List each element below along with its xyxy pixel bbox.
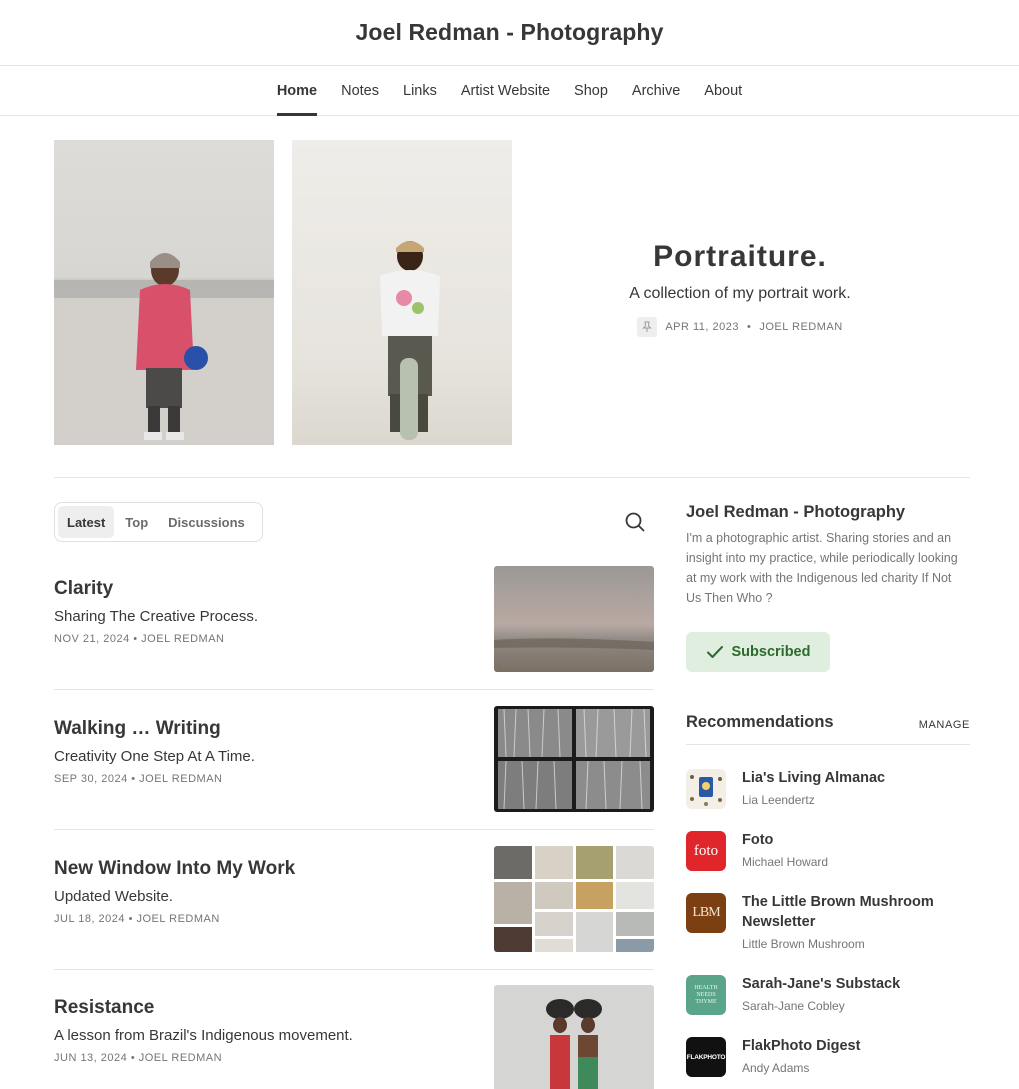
publication-description: I'm a photographic artist. Sharing stori… [686, 531, 958, 605]
recommendation-author: Little Brown Mushroom [742, 937, 865, 951]
thyme-logo-text: HEALTH NEEDS THYME [694, 984, 718, 1005]
hero-author[interactable]: JOEL REDMAN [759, 321, 842, 333]
post-divider [54, 969, 654, 970]
hero-date: APR 11, 2023 [665, 321, 739, 333]
publication-sidebar: Joel Redman - Photography I'm a photogra… [686, 503, 970, 672]
post-meta: SEP 30, 2024 • JOEL REDMAN [54, 773, 223, 785]
recommendation-name[interactable]: FlakPhoto Digest [742, 1036, 970, 1056]
post-divider [54, 689, 654, 690]
pin-icon [637, 317, 658, 337]
foto-logo[interactable]: foto [686, 831, 726, 871]
section-divider [54, 477, 970, 478]
featured-post[interactable]: Portraiture. A collection of my portrait… [54, 140, 970, 445]
post-title[interactable]: Clarity [54, 578, 113, 600]
recommendations-header: Recommendations MANAGE [686, 713, 970, 745]
hero-text: Portraiture. A collection of my portrait… [584, 240, 896, 337]
post-item[interactable]: Clarity Sharing The Creative Process. NO… [54, 566, 654, 706]
post-title[interactable]: New Window Into My Work [54, 858, 295, 880]
post-meta: JUN 13, 2024 • JOEL REDMAN [54, 1052, 223, 1064]
foto-logo-text: foto [693, 842, 719, 859]
hero-subtitle: A collection of my portrait work. [629, 285, 851, 302]
little-brown-mushroom-logo[interactable]: LBM [686, 893, 726, 933]
recommendation-author: Lia Leendertz [742, 793, 815, 807]
post-meta: NOV 21, 2024 • JOEL REDMAN [54, 633, 225, 645]
meta-separator: • [747, 321, 752, 333]
nav-archive[interactable]: Archive [632, 66, 680, 115]
hero-portrait-image-2[interactable] [292, 140, 512, 445]
flakphoto-logo-text: FLAKPHOTO [686, 1053, 726, 1061]
hero-portrait-image-1[interactable] [54, 140, 274, 445]
subscribed-label: Subscribed [731, 644, 811, 660]
post-subtitle: Sharing The Creative Process. [54, 608, 258, 625]
recommendation-author: Michael Howard [742, 855, 829, 869]
tab-top[interactable]: Top [116, 506, 157, 538]
post-thumbnail[interactable] [494, 706, 654, 812]
post-title[interactable]: Walking … Writing [54, 718, 221, 740]
post-meta: JUL 18, 2024 • JOEL REDMAN [54, 913, 220, 925]
site-title[interactable]: Joel Redman - Photography [356, 19, 664, 46]
post-subtitle: Updated Website. [54, 888, 173, 905]
post-item[interactable]: Walking … Writing Creativity One Step At… [54, 706, 654, 846]
manage-link[interactable]: MANAGE [919, 719, 970, 731]
post-title[interactable]: Resistance [54, 997, 154, 1019]
post-thumbnail[interactable] [494, 566, 654, 672]
flakphoto-logo[interactable]: FLAKPHOTO [686, 1037, 726, 1077]
lias-living-almanac-logo[interactable] [686, 769, 726, 809]
hero-meta: APR 11, 2023 • JOEL REDMAN [584, 317, 896, 337]
site-header: Joel Redman - Photography [0, 0, 1019, 66]
post-thumbnail[interactable] [494, 846, 654, 952]
recommendation-name[interactable]: Foto [742, 830, 970, 850]
post-item[interactable]: Resistance A lesson from Brazil's Indige… [54, 985, 654, 1089]
publication-title[interactable]: Joel Redman - Photography [686, 503, 970, 522]
tab-latest[interactable]: Latest [58, 506, 115, 538]
post-divider [54, 829, 654, 830]
nav-home[interactable]: Home [276, 66, 318, 116]
nav-artist-website[interactable]: Artist Website [461, 66, 550, 115]
recommendation-name[interactable]: Lia's Living Almanac [742, 768, 970, 788]
recommendation-author: Sarah-Jane Cobley [742, 999, 845, 1013]
feed-tabs: Latest Top Discussions [54, 502, 263, 542]
check-icon [706, 646, 723, 658]
recommendation-name[interactable]: The Little Brown Mushroom Newsletter [742, 892, 970, 932]
nav-about[interactable]: About [704, 66, 742, 115]
health-needs-thyme-logo[interactable]: HEALTH NEEDS THYME [686, 975, 726, 1015]
post-subtitle: A lesson from Brazil's Indigenous moveme… [54, 1027, 353, 1044]
subscribed-button[interactable]: Subscribed [686, 632, 830, 672]
nav-links[interactable]: Links [403, 66, 437, 115]
recommendation-author: Andy Adams [742, 1061, 810, 1075]
nav-notes[interactable]: Notes [341, 66, 379, 115]
lbm-logo-text: LBM [692, 905, 720, 920]
tab-discussions[interactable]: Discussions [159, 506, 254, 538]
main-nav: Home Notes Links Artist Website Shop Arc… [0, 66, 1019, 116]
post-thumbnail[interactable] [494, 985, 654, 1089]
recommendation-name[interactable]: Sarah-Jane's Substack [742, 974, 970, 994]
post-subtitle: Creativity One Step At A Time. [54, 748, 255, 765]
hero-title[interactable]: Portraiture. [584, 240, 896, 274]
recommendations-title: Recommendations [686, 713, 834, 731]
search-icon[interactable] [624, 511, 646, 533]
post-item[interactable]: New Window Into My Work Updated Website.… [54, 846, 654, 986]
nav-shop[interactable]: Shop [574, 66, 608, 115]
